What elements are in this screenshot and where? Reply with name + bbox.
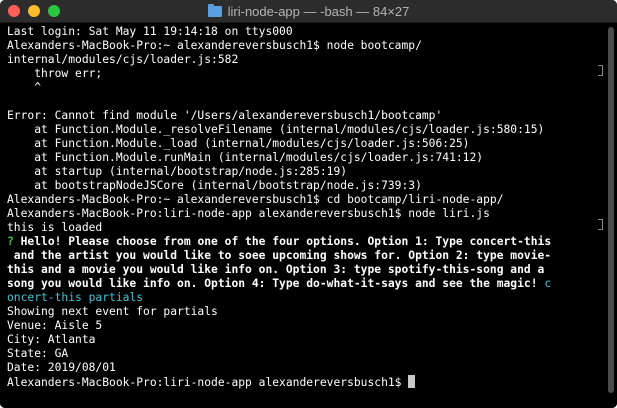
- inquirer-question-line: ? Hello! Please choose from one of the f…: [7, 235, 597, 249]
- answer-text: c: [537, 277, 552, 290]
- terminal-line: Last login: Sat May 11 19:14:18 on ttys0…: [7, 25, 293, 38]
- bracket-mark-icon: [598, 219, 603, 230]
- terminal-line: State: GA: [7, 347, 69, 360]
- zoom-button[interactable]: [48, 5, 60, 17]
- terminal-line: City: Atlanta: [7, 333, 96, 346]
- terminal-window: liri-node-app — -bash — 84×27 Last login…: [0, 0, 617, 408]
- terminal-line: at Function.Module._resolveFilename (int…: [7, 123, 545, 136]
- question-text: song you would like info on. Option 4: T…: [7, 277, 538, 290]
- prompt-line[interactable]: Alexanders-MacBook-Pro:liri-node-app ale…: [7, 375, 597, 389]
- terminal-output[interactable]: Last login: Sat May 11 19:14:18 on ttys0…: [0, 23, 617, 408]
- bracket-mark-icon: [598, 65, 603, 76]
- inquirer-question-line: this and a movie you would like info on.…: [7, 263, 545, 276]
- terminal-line: at bootstrapNodeJSCore (internal/bootstr…: [7, 179, 422, 192]
- shell-prompt: Alexanders-MacBook-Pro:liri-node-app ale…: [7, 376, 409, 389]
- terminal-line: Showing next event for partials: [7, 305, 218, 318]
- folder-icon: [207, 3, 222, 17]
- terminal-line: at Function.Module._load (internal/modul…: [7, 137, 470, 150]
- terminal-line: Alexanders-MacBook-Pro:~ alexandereversb…: [7, 39, 422, 52]
- text-cursor: [408, 375, 416, 388]
- terminal-line: this is loaded: [7, 221, 103, 234]
- terminal-line: throw err;: [7, 67, 103, 80]
- window-title: liri-node-app — -bash — 84×27: [227, 3, 410, 19]
- question-mark-prompt: ?: [7, 235, 14, 248]
- terminal-line: at Function.Module.runMain (internal/mod…: [7, 151, 484, 164]
- terminal-line: Alexanders-MacBook-Pro:liri-node-app ale…: [7, 207, 490, 220]
- question-text: Hello! Please choose from one of the fou…: [13, 235, 552, 248]
- terminal-line: Venue: Aisle 5: [7, 319, 103, 332]
- terminal-line: Alexanders-MacBook-Pro:~ alexandereversb…: [7, 193, 504, 206]
- inquirer-question-line: and the artist you would like to soee up…: [7, 249, 552, 262]
- window-title-group: liri-node-app — -bash — 84×27: [0, 0, 617, 22]
- terminal-line: Error: Cannot find module '/Users/alexan…: [7, 109, 443, 122]
- answer-text-continued: oncert-this partials: [7, 291, 144, 304]
- terminal-text: Last login: Sat May 11 19:14:18 on ttys0…: [7, 25, 597, 389]
- minimize-button[interactable]: [28, 5, 40, 17]
- scrollbar[interactable]: [608, 27, 614, 402]
- inquirer-question-line: song you would like info on. Option 4: T…: [7, 277, 597, 291]
- terminal-line: ^: [7, 81, 42, 94]
- terminal-line: at startup (internal/bootstrap/node.js:2…: [7, 165, 348, 178]
- terminal-line: internal/modules/cjs/loader.js:582: [7, 53, 239, 66]
- scrollbar-thumb[interactable]: [608, 27, 614, 393]
- terminal-line: Date: 2019/08/01: [7, 361, 116, 374]
- title-bar[interactable]: liri-node-app — -bash — 84×27: [0, 0, 617, 23]
- close-button[interactable]: [8, 5, 20, 17]
